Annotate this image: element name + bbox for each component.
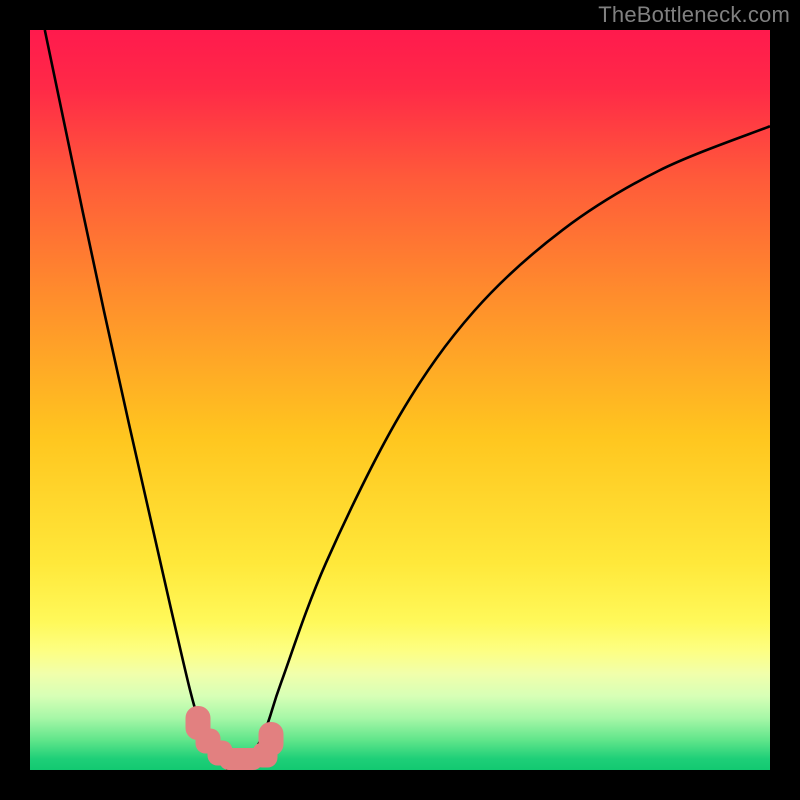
chart-frame: TheBottleneck.com <box>0 0 800 800</box>
minimum-marker-cluster <box>30 30 770 770</box>
plot-area <box>30 30 770 770</box>
watermark-text: TheBottleneck.com <box>598 2 790 28</box>
marker-dot <box>253 743 278 768</box>
